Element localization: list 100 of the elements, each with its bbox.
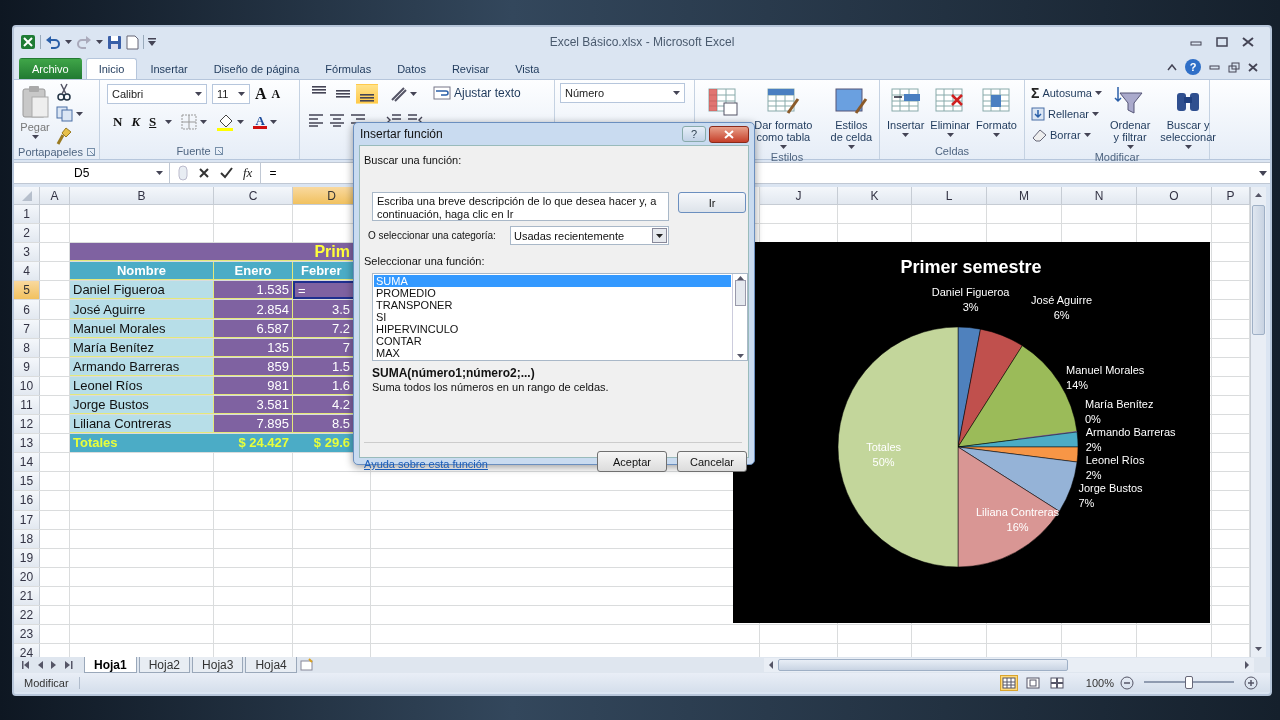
zoom-out-icon[interactable] (1120, 675, 1134, 690)
check-icon[interactable] (220, 167, 233, 179)
row-header[interactable]: 14 (14, 453, 40, 472)
font-name-field[interactable]: Calibri (107, 84, 207, 104)
caret-icon[interactable] (76, 112, 83, 116)
close-icon[interactable] (1248, 62, 1258, 72)
undo-icon[interactable] (45, 34, 61, 50)
list-item[interactable]: PROMEDIO (374, 287, 731, 299)
ribbon-tab[interactable]: Insertar (137, 58, 201, 79)
sheet-nav-icon[interactable] (62, 659, 74, 671)
row-header[interactable]: 16 (14, 491, 40, 510)
view-button[interactable] (1047, 674, 1066, 691)
cancel-button[interactable]: Cancelar (677, 451, 747, 472)
ribbon-tab[interactable]: Diseño de página (200, 58, 313, 79)
caret-icon[interactable] (200, 120, 208, 124)
row-header[interactable]: 23 (14, 625, 40, 644)
row-header[interactable]: 2 (14, 224, 40, 243)
list-item[interactable]: HIPERVINCULO (374, 323, 731, 335)
caret-icon[interactable] (993, 133, 1000, 137)
zoom-level[interactable]: 100% (1085, 676, 1114, 689)
cancel-icon[interactable] (198, 167, 210, 179)
underline-button[interactable]: S (149, 114, 157, 130)
restore-icon[interactable] (1216, 37, 1228, 47)
row-header[interactable]: 13 (14, 434, 40, 453)
paste-button[interactable]: Pegar (18, 83, 52, 145)
ribbon-tab[interactable]: Vista (502, 58, 553, 79)
caret-icon[interactable] (779, 145, 787, 149)
row-header[interactable]: 24 (14, 644, 40, 657)
column-header[interactable]: K (838, 187, 912, 205)
vertical-align-button[interactable] (356, 84, 378, 104)
category-select[interactable]: Usadas recientemente (510, 226, 669, 245)
list-item[interactable]: TRANSPONER (374, 299, 731, 311)
list-item[interactable]: MAX (374, 347, 731, 359)
file-tab[interactable]: Archivo (19, 58, 82, 79)
ribbon-button[interactable]: Ordenar y filtrar (1107, 83, 1153, 151)
ribbon-button[interactable]: Rellenar (1031, 104, 1089, 124)
ok-button[interactable]: Aceptar (597, 451, 667, 472)
caret-icon[interactable] (1126, 145, 1134, 149)
bold-button[interactable]: N (113, 114, 123, 130)
help-button[interactable]: ? (1185, 59, 1201, 75)
column-header[interactable]: B (70, 187, 214, 205)
dropdown-button[interactable] (652, 228, 667, 243)
ribbon-button[interactable]: Estilos de celda (827, 83, 875, 151)
caret-icon[interactable] (31, 135, 39, 139)
ribbon-button[interactable]: Insertar (885, 83, 927, 143)
expand-caret-icon[interactable] (1256, 168, 1270, 178)
vertical-scrollbar[interactable] (1250, 187, 1266, 657)
sheet-tab[interactable]: Hoja1 (84, 657, 137, 673)
help-link[interactable]: Ayuda sobre esta función (364, 458, 488, 470)
format-painter-icon[interactable] (56, 127, 72, 145)
search-field[interactable]: Escriba una breve descripción de lo que desea hacer y, a continuación, haga clic en Ir (372, 192, 669, 221)
go-button[interactable]: Ir (678, 192, 746, 213)
row-header[interactable]: 1 (14, 205, 40, 224)
caret-icon[interactable] (902, 133, 910, 137)
spreadsheet-logo-icon[interactable] (20, 34, 36, 50)
sheet-tab[interactable]: Hoja3 (192, 657, 244, 673)
column-header[interactable]: J (760, 187, 838, 205)
document-icon[interactable] (126, 34, 139, 50)
list-item[interactable]: CONTAR (374, 335, 731, 347)
column-header[interactable]: M (987, 187, 1062, 205)
horizontal-scrollbar[interactable] (764, 658, 1254, 672)
save-icon[interactable] (107, 34, 122, 50)
caret-icon[interactable] (1091, 112, 1099, 116)
function-list[interactable]: SUMA PROMEDIO TRANSPONER SI HIPERVINCULO CONTAR MAX (372, 273, 748, 361)
align-left-icon[interactable] (308, 113, 324, 127)
caret-icon[interactable] (96, 40, 103, 44)
scroll-thumb[interactable] (734, 280, 746, 306)
slider-thumb[interactable] (1185, 676, 1193, 689)
caret-icon[interactable] (270, 120, 278, 124)
ribbon-button[interactable]: Formato (974, 83, 1019, 143)
ribbon-tab[interactable]: Fórmulas (312, 58, 385, 79)
column-header[interactable]: P (1212, 187, 1250, 205)
caret-icon[interactable] (1094, 91, 1102, 95)
dialog-launcher-icon[interactable] (86, 148, 95, 156)
ribbon-button[interactable]: Σ Autosuma (1031, 83, 1092, 103)
caret-icon[interactable] (195, 92, 202, 96)
chevron-up-icon[interactable] (1167, 63, 1177, 71)
caret-icon[interactable] (847, 145, 855, 149)
restore-icon[interactable] (1228, 61, 1240, 73)
align-center-icon[interactable] (329, 113, 345, 127)
ribbon-button[interactable]: Buscar y seleccionar (1158, 83, 1218, 151)
font-size-field[interactable]: 11 (212, 84, 250, 104)
caret-icon[interactable] (673, 91, 680, 95)
column-header[interactable]: C (214, 187, 293, 205)
zoom-in-icon[interactable] (1244, 675, 1258, 690)
insert-function-button[interactable]: fx (243, 165, 253, 181)
clipboard-icon[interactable] (20, 85, 50, 119)
ribbon-tab[interactable]: Inicio (85, 58, 138, 79)
fill-color-icon[interactable] (216, 113, 235, 131)
text-orientation-icon[interactable] (390, 86, 408, 102)
caret-icon[interactable] (946, 133, 954, 137)
caret-icon[interactable] (165, 120, 173, 124)
row-header[interactable]: 5 (14, 281, 40, 300)
close-icon[interactable] (1242, 37, 1254, 47)
caret-icon[interactable] (156, 171, 163, 175)
sheet-tab[interactable]: Hoja2 (138, 657, 191, 673)
column-header[interactable]: L (912, 187, 987, 205)
sheet-tab[interactable]: Hoja4 (245, 657, 297, 673)
scissors-icon[interactable] (56, 83, 72, 101)
list-item[interactable]: SI (374, 311, 731, 323)
